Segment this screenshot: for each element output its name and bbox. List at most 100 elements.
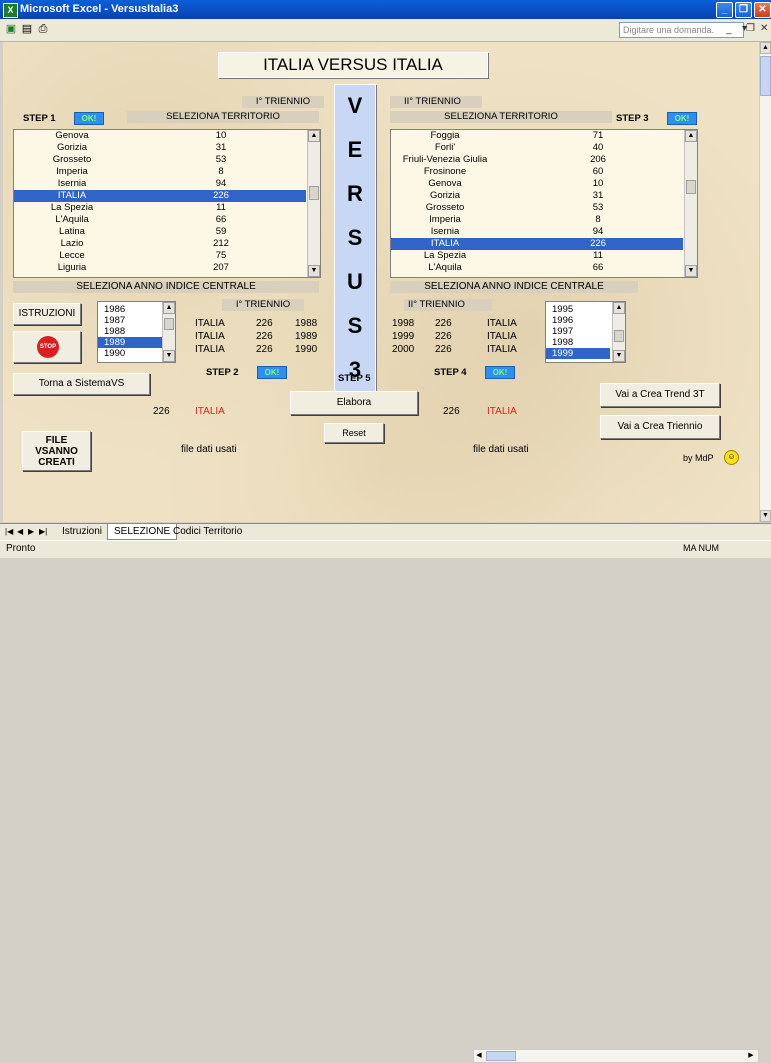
- doc-close-icon[interactable]: ✕: [760, 23, 768, 34]
- doc-minimize-icon[interactable]: _: [726, 24, 732, 35]
- list-item[interactable]: Foggia 71: [391, 130, 683, 142]
- list-item[interactable]: L'Aquila 66: [391, 262, 683, 274]
- list-item[interactable]: Liguria 207: [14, 262, 306, 274]
- list-item[interactable]: Latina 59: [14, 226, 306, 238]
- scroll-up-icon[interactable]: ▲: [613, 302, 625, 314]
- list-item[interactable]: Lecce 75: [14, 250, 306, 262]
- year-item[interactable]: 1990: [98, 348, 162, 359]
- status-bar: Pronto MA NUM: [0, 540, 771, 558]
- list-item[interactable]: Gorizia 31: [391, 190, 683, 202]
- file-vsanno-creati-button[interactable]: FILE VSANNO CREATI: [22, 431, 91, 471]
- scroll-right-icon[interactable]: ▶: [746, 1050, 756, 1062]
- year-item[interactable]: 1987: [98, 315, 162, 326]
- list-item[interactable]: ITALIA 226: [391, 238, 683, 250]
- list-item[interactable]: Gorizia 31: [14, 142, 306, 154]
- scroll-thumb[interactable]: [309, 186, 319, 200]
- list-item[interactable]: Lazio 212: [14, 238, 306, 250]
- year-list-1-scrollbar[interactable]: ▲ ▼: [162, 302, 175, 362]
- scroll-up-icon[interactable]: ▲: [163, 302, 175, 314]
- scroll-down-icon[interactable]: ▼: [685, 265, 697, 277]
- first-sheet-icon[interactable]: |◀: [5, 527, 13, 536]
- list-item[interactable]: Isernia 94: [391, 226, 683, 238]
- list-item[interactable]: Genova 10: [14, 130, 306, 142]
- territory-list-2-scrollbar[interactable]: ▲ ▼: [684, 130, 697, 277]
- scroll-down-icon[interactable]: ▼: [308, 265, 320, 277]
- list-item[interactable]: Isernia 94: [14, 178, 306, 190]
- territory-name: Liguria: [57, 262, 87, 273]
- restore-button[interactable]: ❐: [735, 2, 752, 18]
- year-item[interactable]: 1986: [98, 304, 162, 315]
- elabora-button[interactable]: Elabora: [290, 391, 418, 415]
- minimize-button[interactable]: _: [716, 2, 733, 18]
- close-button[interactable]: ✕: [754, 2, 771, 18]
- territory-code: 11: [593, 250, 603, 261]
- save-icon[interactable]: ▤: [20, 22, 34, 36]
- crea-trend-button[interactable]: Vai a Crea Trend 3T: [600, 383, 720, 407]
- territory-name: Grosseto: [52, 154, 92, 165]
- seleziona-anno-2-label: SELEZIONA ANNO INDICE CENTRALE: [390, 281, 638, 293]
- scroll-thumb[interactable]: [760, 56, 771, 96]
- reset-button[interactable]: Reset: [324, 423, 384, 443]
- scroll-up-icon[interactable]: ▲: [308, 130, 320, 142]
- territory-code: 40: [592, 142, 604, 153]
- stop-button[interactable]: STOP: [13, 331, 81, 363]
- crea-triennio-button[interactable]: Vai a Crea Triennio: [600, 415, 720, 439]
- list-item[interactable]: Frosinone 60: [391, 166, 683, 178]
- list-item[interactable]: La Spezia 11: [391, 250, 683, 262]
- year-item[interactable]: 1997: [546, 326, 610, 337]
- workbook-icon[interactable]: ▣: [4, 22, 18, 36]
- territory-list-1[interactable]: Liguria 207 Lecce 75 Lazio 212 Latina 59 L'Aquil…: [13, 129, 321, 278]
- territory-code: 207: [213, 262, 229, 273]
- list-item[interactable]: Genova 10: [391, 178, 683, 190]
- sheet-vertical-scrollbar[interactable]: ▲ ▼: [759, 42, 771, 522]
- list-item[interactable]: Grosseto 53: [391, 202, 683, 214]
- territory-list-2[interactable]: L'Aquila 66 La Spezia 11 ITALIA 226 Isernia 94 I…: [390, 129, 698, 278]
- tab-istruzioni[interactable]: Istruzioni: [56, 524, 108, 539]
- list-item[interactable]: ITALIA 226: [14, 190, 306, 202]
- scroll-up-icon[interactable]: ▲: [685, 130, 697, 142]
- prev-sheet-icon[interactable]: ◀: [17, 527, 23, 536]
- scroll-thumb[interactable]: [614, 330, 624, 342]
- istruzioni-button[interactable]: ISTRUZIONI: [13, 303, 81, 325]
- worksheet: ITALIA VERSUS ITALIA V E R S U S 3 I° TR…: [3, 42, 759, 522]
- list-item[interactable]: Grosseto 53: [14, 154, 306, 166]
- torna-sistemavs-button[interactable]: Torna a SistemaVS: [13, 373, 150, 395]
- scroll-down-icon[interactable]: ▼: [613, 350, 625, 362]
- year-list-2[interactable]: 1999 1998 1997 1996 1995 ▲ ▼: [545, 301, 626, 363]
- territory-code: 66: [592, 262, 604, 273]
- territory-code: 60: [592, 166, 604, 177]
- year-item[interactable]: 1998: [546, 337, 610, 348]
- territory-name: La Spezia: [423, 250, 467, 261]
- left-name-result: ITALIA: [195, 406, 225, 417]
- list-item[interactable]: Forli' 40: [391, 142, 683, 154]
- list-item[interactable]: L'Aquila 66: [14, 214, 306, 226]
- territory-list-1-scrollbar[interactable]: ▲ ▼: [307, 130, 320, 277]
- scroll-down-icon[interactable]: ▼: [760, 510, 771, 522]
- scroll-down-icon[interactable]: ▼: [163, 350, 175, 362]
- doc-restore-icon[interactable]: ❐: [746, 23, 755, 34]
- year-item[interactable]: 1996: [546, 315, 610, 326]
- scroll-thumb[interactable]: [486, 1051, 516, 1061]
- title-bar: X Microsoft Excel - VersusItalia3 _ ❐ ✕: [0, 0, 771, 19]
- scroll-thumb[interactable]: [164, 318, 174, 330]
- right-code-result: 226: [443, 406, 460, 417]
- tab-codici-territorio[interactable]: Codici Territorio: [167, 524, 248, 539]
- last-sheet-icon[interactable]: ▶|: [39, 527, 47, 536]
- print-icon[interactable]: ⎙: [36, 22, 50, 36]
- list-item[interactable]: Imperia 8: [391, 214, 683, 226]
- year-list-2-scrollbar[interactable]: ▲ ▼: [612, 302, 625, 362]
- versus-letter: E: [347, 137, 363, 162]
- year-item[interactable]: 1989: [98, 337, 162, 348]
- year-item[interactable]: 1988: [98, 326, 162, 337]
- scroll-thumb[interactable]: [686, 180, 696, 194]
- list-item[interactable]: Imperia 8: [14, 166, 306, 178]
- scroll-left-icon[interactable]: ◀: [474, 1050, 484, 1062]
- next-sheet-icon[interactable]: ▶: [28, 527, 34, 536]
- year-item[interactable]: 1999: [546, 348, 610, 359]
- list-item[interactable]: La Spezia 11: [14, 202, 306, 214]
- list-item[interactable]: Friuli-Venezia Giulia 206: [391, 154, 683, 166]
- year-list-1[interactable]: 1990 1989 1988 1987 1986 ▲ ▼: [97, 301, 176, 363]
- horizontal-scrollbar[interactable]: ◀ ▶: [473, 1049, 759, 1063]
- scroll-up-icon[interactable]: ▲: [760, 42, 771, 54]
- year-item[interactable]: 1995: [546, 304, 610, 315]
